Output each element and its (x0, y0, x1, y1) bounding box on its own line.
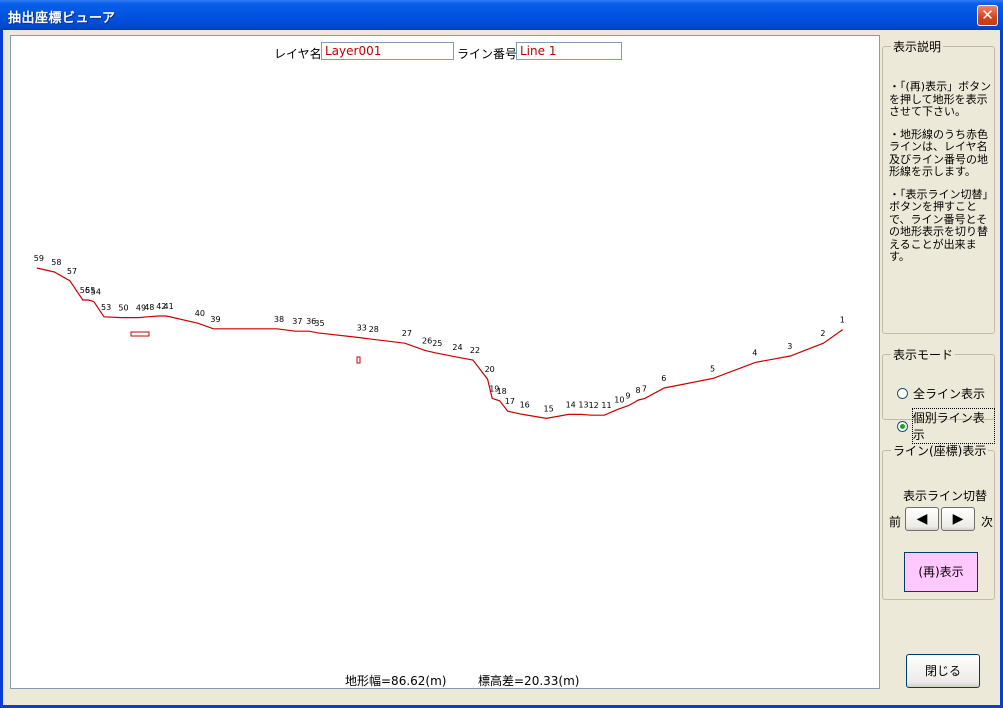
line-display-group: ライン(座標)表示 表示ライン切替 前 ◀ ▶ 次 (再)表示 (882, 442, 995, 600)
point-label: 4 (752, 348, 757, 357)
point-label: 15 (544, 404, 554, 413)
terrain-marker (130, 331, 150, 337)
profile-canvas: レイヤ名: Layer001 ライン番号: Line 1 59 58 57 56 55 5… (10, 35, 880, 689)
point-label: 11 (601, 401, 611, 410)
point-label: 20 (485, 365, 495, 374)
point-label: 28 (369, 325, 379, 334)
point-label: 26 (422, 336, 432, 345)
prev-line-button[interactable]: ◀ (905, 507, 939, 531)
point-label: 5 (710, 364, 715, 373)
point-label: 7 (642, 384, 647, 393)
point-label: 13 (578, 400, 588, 409)
app-window: 抽出座標ビューア ✕ レイヤ名: Layer001 ライン番号: Line 1 … (0, 0, 1003, 708)
point-label: 41 (164, 302, 174, 311)
title-bar[interactable]: 抽出座標ビューア ✕ (0, 0, 1003, 30)
point-label: 25 (432, 339, 442, 348)
point-label: 57 (67, 267, 77, 276)
window-close-button[interactable]: ✕ (977, 5, 998, 26)
elevation-diff-text: 標高差=20.33(m) (478, 674, 580, 688)
radio-single-line[interactable]: 個別ライン表示 (897, 408, 996, 444)
point-label: 1 (840, 316, 845, 325)
point-label: 50 (118, 304, 128, 313)
radio-single-line-indicator[interactable] (897, 420, 908, 432)
point-label: 2 (820, 329, 825, 338)
next-label: 次 (981, 515, 994, 529)
description-paragraph: ・「表示ライン切替」ボタンを押すことで、ライン番号とその地形表示を切り替えること… (889, 187, 988, 263)
point-label: 3 (787, 342, 792, 351)
description-text: ・「(再)表示」ボタンを押して地形を表示させて下さい。 ・地形線のうち赤色ライン… (889, 80, 993, 274)
window-title: 抽出座標ビューア (8, 11, 116, 26)
point-label: 48 (144, 303, 154, 312)
point-label: 59 (34, 254, 44, 263)
point-label: 16 (520, 400, 530, 409)
point-label: 8 (636, 386, 641, 395)
point-label: 58 (51, 258, 61, 267)
description-legend: 表示説明 (893, 40, 942, 54)
point-label: 24 (452, 343, 462, 352)
next-line-button[interactable]: ▶ (941, 507, 975, 531)
radio-single-line-label: 個別ライン表示 (911, 408, 996, 444)
point-label: 9 (625, 392, 630, 401)
description-group: 表示説明 ・「(再)表示」ボタンを押して地形を表示させて下さい。 ・地形線のうち… (882, 38, 995, 334)
prev-label: 前 (889, 515, 902, 529)
point-label: 38 (274, 315, 284, 324)
point-label: 54 (91, 288, 101, 297)
description-paragraph: ・「(再)表示」ボタンを押して地形を表示させて下さい。 (889, 80, 992, 118)
point-label: 40 (195, 309, 205, 318)
switch-line-label: 表示ライン切替 (903, 489, 988, 503)
point-label: 53 (101, 303, 111, 312)
description-paragraph: ・地形線のうち赤色ラインは、レイヤ名及びライン番号の地形線を示します。 (889, 127, 988, 178)
radio-all-lines-label: 全ライン表示 (913, 387, 986, 401)
point-label: 27 (402, 329, 412, 338)
point-label: 22 (470, 346, 480, 355)
display-mode-group: 表示モード 全ライン表示 個別ライン表示 (882, 346, 996, 444)
point-label: 14 (566, 400, 576, 409)
point-label: 39 (210, 315, 220, 324)
line-display-legend: ライン(座標)表示 (893, 444, 987, 458)
point-label: 33 (357, 324, 367, 333)
point-label: 17 (505, 397, 515, 406)
terrain-profile-plot: 59 585756555453 50 4948 42414039 38 37 363533 28… (34, 254, 845, 420)
point-label: 35 (314, 319, 324, 328)
point-label: 6 (661, 374, 666, 383)
point-label: 10 (614, 396, 624, 405)
display-mode-legend: 表示モード (893, 348, 954, 362)
redisplay-button[interactable]: (再)表示 (904, 552, 978, 592)
point-label: 18 (497, 387, 507, 396)
point-label: 37 (292, 317, 302, 326)
terrain-width-text: 地形幅=86.62(m) (345, 674, 447, 688)
close-button[interactable]: 閉じる (906, 654, 980, 688)
radio-all-lines[interactable]: 全ライン表示 (897, 385, 985, 402)
terrain-marker (356, 356, 361, 364)
radio-all-lines-indicator[interactable] (897, 388, 908, 399)
point-label: 12 (589, 401, 599, 410)
